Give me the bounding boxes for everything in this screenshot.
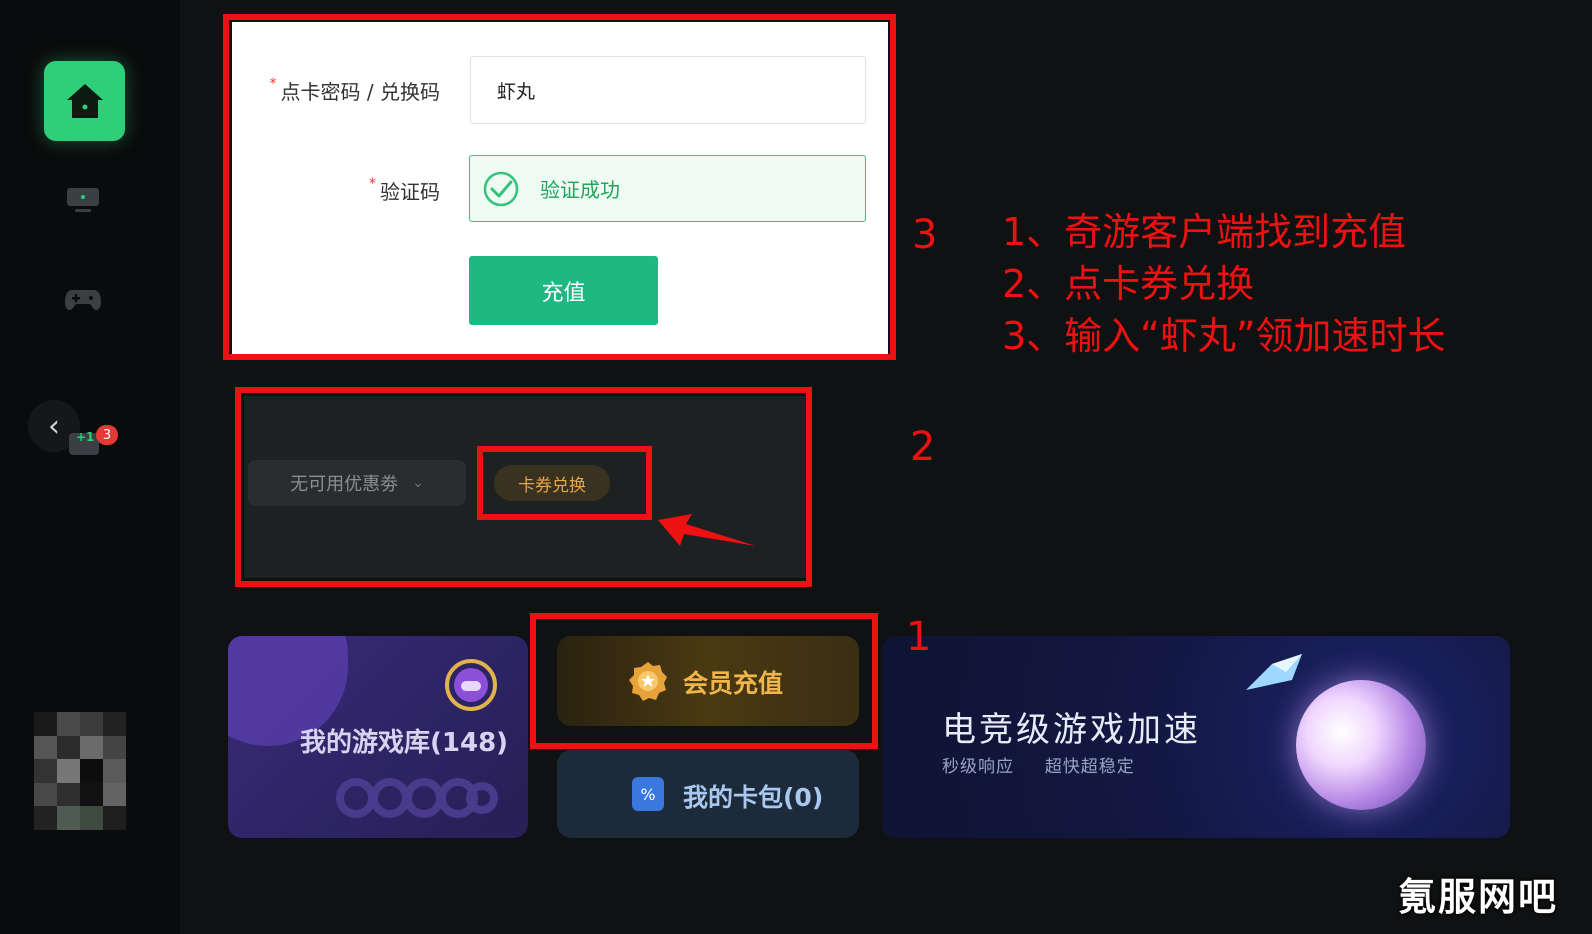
- game-library-card[interactable]: 我的游戏库(148): [228, 636, 528, 838]
- speed-promo-sub1: 秒级响应: [942, 757, 1014, 777]
- step-number-2: 2: [910, 424, 936, 470]
- instruction-line-1: 1、奇游客户端找到充值: [1002, 210, 1407, 254]
- instruction-line-2: 2、点卡券兑换: [1002, 262, 1255, 306]
- game-library-badge-icon: [445, 659, 497, 711]
- speed-promo-subtitle: 秒级响应 超快超稳定: [942, 752, 1135, 777]
- avatar[interactable]: [34, 712, 126, 830]
- notification-badge: 3: [96, 425, 118, 445]
- planet-illustration: [1296, 680, 1426, 810]
- watermark-logo: 氪服网吧: [1398, 875, 1559, 919]
- pc-nav-button[interactable]: [62, 182, 104, 218]
- gamepad-icon: [65, 290, 101, 310]
- speed-promo-sub2: 超快超稳定: [1044, 757, 1135, 777]
- speed-promo-title: 电竞级游戏加速: [942, 710, 1201, 750]
- step-number-1: 1: [906, 614, 932, 660]
- wallet-coupon-icon: %: [632, 777, 664, 811]
- decor-circles-icon: [336, 778, 498, 818]
- card-wallet-title: 我的卡包(0): [683, 783, 824, 812]
- highlight-box-step1: [530, 613, 878, 749]
- step-number-3: 3: [912, 212, 938, 258]
- highlight-box-step3: [223, 14, 896, 360]
- chevron-left-icon: ‹: [48, 408, 60, 444]
- home-button[interactable]: [44, 61, 125, 141]
- monitor-icon: [67, 188, 99, 212]
- highlight-box-coupon-button: [477, 446, 652, 520]
- svg-text:%: %: [640, 785, 655, 804]
- game-library-title: 我的游戏库(148): [300, 728, 509, 758]
- speed-promo-card[interactable]: 电竞级游戏加速 秒级响应 超快超稳定: [882, 636, 1510, 838]
- instruction-line-3: 3、输入“虾丸”领加速时长: [1002, 314, 1446, 358]
- card-wallet-card[interactable]: % 我的卡包(0): [557, 750, 859, 838]
- arrow-pointer-icon: [658, 514, 756, 546]
- home-icon: [66, 84, 103, 118]
- games-nav-button[interactable]: [62, 282, 104, 318]
- plus-one-indicator: +1: [76, 430, 95, 444]
- rocket-icon: [1246, 654, 1302, 690]
